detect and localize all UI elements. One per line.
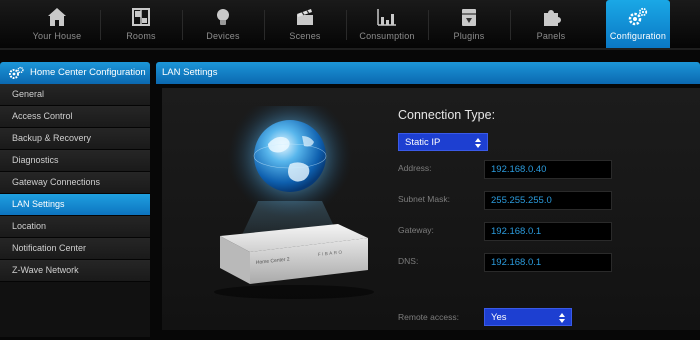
connection-type-label: Connection Type: bbox=[398, 108, 496, 122]
sidebar-title: Home Center Configuration bbox=[30, 67, 146, 78]
sidebar-item-lan-settings[interactable]: LAN Settings bbox=[0, 194, 150, 216]
home-center-globe-image: Home Center 2 FIBARO bbox=[214, 106, 374, 299]
top-navigation: Your House Rooms Devices Scenes Consumpt… bbox=[0, 0, 700, 50]
remote-access-value: Yes bbox=[491, 312, 507, 323]
sidebar-item-z-wave-network[interactable]: Z-Wave Network bbox=[0, 260, 150, 282]
sidebar-item-gateway-connections[interactable]: Gateway Connections bbox=[0, 172, 150, 194]
dropdown-arrows-icon bbox=[559, 313, 565, 323]
dns-field[interactable]: 192.168.0.1 bbox=[484, 253, 612, 272]
gears-icon bbox=[9, 66, 24, 79]
dns-label: DNS: bbox=[398, 256, 419, 266]
remote-access-select[interactable]: Yes bbox=[484, 308, 572, 326]
address-label: Address: bbox=[398, 163, 432, 173]
sidebar-item-location[interactable]: Location bbox=[0, 216, 150, 238]
connection-type-select[interactable]: Static IP bbox=[398, 133, 488, 151]
nav-devices[interactable]: Devices bbox=[184, 0, 262, 48]
nav-plugins[interactable]: Plugins bbox=[430, 0, 508, 48]
nav-label: Your House bbox=[32, 31, 82, 41]
nav-divider bbox=[100, 10, 101, 40]
puzzle-icon bbox=[544, 10, 561, 26]
sidebar-item-notification-center[interactable]: Notification Center bbox=[0, 238, 150, 260]
sidebar-menu: General Access Control Backup & Recovery… bbox=[0, 84, 150, 282]
nav-label: Panels bbox=[536, 31, 566, 41]
nav-label: Devices bbox=[206, 31, 240, 41]
nav-label: Consumption bbox=[359, 31, 415, 41]
nav-label: Configuration bbox=[609, 31, 667, 41]
nav-divider bbox=[510, 10, 511, 40]
nav-rooms[interactable]: Rooms bbox=[102, 0, 180, 48]
lan-settings-panel: LAN Settings Home Center 2 FIBARO Connec… bbox=[156, 62, 700, 332]
remote-access-label: Remote access: bbox=[398, 312, 459, 322]
connection-type-value: Static IP bbox=[405, 137, 441, 148]
clapperboard-icon bbox=[297, 9, 313, 25]
sidebar-empty-area bbox=[0, 282, 150, 337]
nav-divider bbox=[346, 10, 347, 40]
sidebar: Home Center Configuration General Access… bbox=[0, 62, 150, 337]
rooms-icon bbox=[132, 8, 150, 26]
dropdown-arrows-icon bbox=[475, 138, 481, 148]
subnet-mask-field[interactable]: 255.255.255.0 bbox=[484, 191, 612, 210]
panel-body: Home Center 2 FIBARO Connection Type: St… bbox=[162, 88, 700, 330]
bar-chart-icon bbox=[377, 9, 396, 26]
nav-divider bbox=[264, 10, 265, 40]
nav-scenes[interactable]: Scenes bbox=[266, 0, 344, 48]
nav-your-house[interactable]: Your House bbox=[18, 0, 96, 48]
subnet-mask-label: Subnet Mask: bbox=[398, 194, 450, 204]
nav-panels[interactable]: Panels bbox=[512, 0, 590, 48]
plugin-box-icon bbox=[462, 9, 476, 26]
panel-title: LAN Settings bbox=[156, 62, 700, 84]
nav-divider bbox=[428, 10, 429, 40]
house-icon bbox=[48, 8, 66, 26]
gateway-field[interactable]: 192.168.0.1 bbox=[484, 222, 612, 241]
address-field[interactable]: 192.168.0.40 bbox=[484, 160, 612, 179]
gateway-label: Gateway: bbox=[398, 225, 434, 235]
sidebar-item-general[interactable]: General bbox=[0, 84, 150, 106]
nav-label: Rooms bbox=[126, 31, 156, 41]
nav-divider bbox=[182, 10, 183, 40]
lan-settings-form: Connection Type: Static IP Address: 192.… bbox=[398, 88, 698, 330]
nav-consumption[interactable]: Consumption bbox=[348, 0, 426, 48]
sidebar-item-diagnostics[interactable]: Diagnostics bbox=[0, 150, 150, 172]
lightbulb-icon bbox=[217, 9, 229, 25]
nav-label: Plugins bbox=[453, 31, 485, 41]
sidebar-item-access-control[interactable]: Access Control bbox=[0, 106, 150, 128]
nav-configuration[interactable]: Configuration bbox=[606, 0, 670, 48]
sidebar-item-backup-recovery[interactable]: Backup & Recovery bbox=[0, 128, 150, 150]
gears-icon bbox=[628, 7, 648, 26]
nav-label: Scenes bbox=[289, 31, 321, 41]
sidebar-header: Home Center Configuration bbox=[0, 62, 150, 84]
